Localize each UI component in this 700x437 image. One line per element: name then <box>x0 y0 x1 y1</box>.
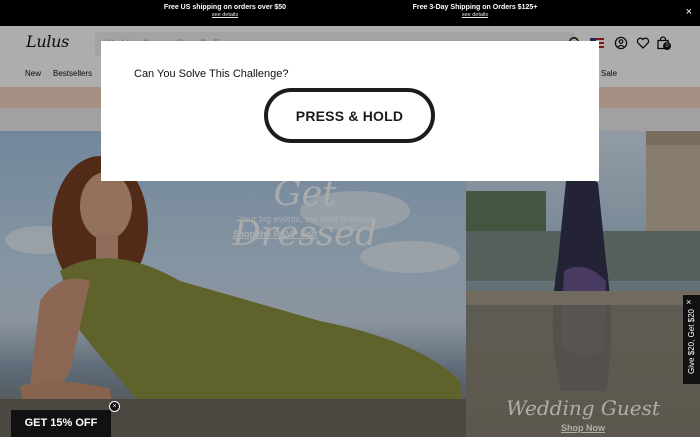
promo-right: Free 3-Day Shipping on Orders $125+ see … <box>395 4 555 18</box>
modal-title: Can You Solve This Challenge? <box>134 68 289 80</box>
challenge-modal: Can You Solve This Challenge? PRESS & HO… <box>101 41 599 181</box>
promo-right-link[interactable]: see details <box>395 12 555 18</box>
promo-right-text: Free 3-Day Shipping on Orders $125+ <box>412 4 538 11</box>
press-and-hold-button[interactable]: PRESS & HOLD <box>264 88 435 143</box>
close-icon[interactable]: × <box>686 298 691 307</box>
referral-tab-label: Give $20, Get $20 <box>687 309 696 374</box>
discount-button[interactable]: GET 15% OFF <box>11 410 111 437</box>
referral-tab[interactable]: × Give $20, Get $20 <box>683 295 700 384</box>
promo-left: Free US shipping on orders over $50 see … <box>150 4 300 18</box>
discount-close-icon[interactable]: × <box>109 401 120 412</box>
promo-left-text: Free US shipping on orders over $50 <box>163 4 287 11</box>
promo-left-link[interactable]: see details <box>150 12 300 18</box>
promo-close-icon[interactable]: × <box>686 7 692 18</box>
promo-bar: Free US shipping on orders over $50 see … <box>0 0 700 26</box>
